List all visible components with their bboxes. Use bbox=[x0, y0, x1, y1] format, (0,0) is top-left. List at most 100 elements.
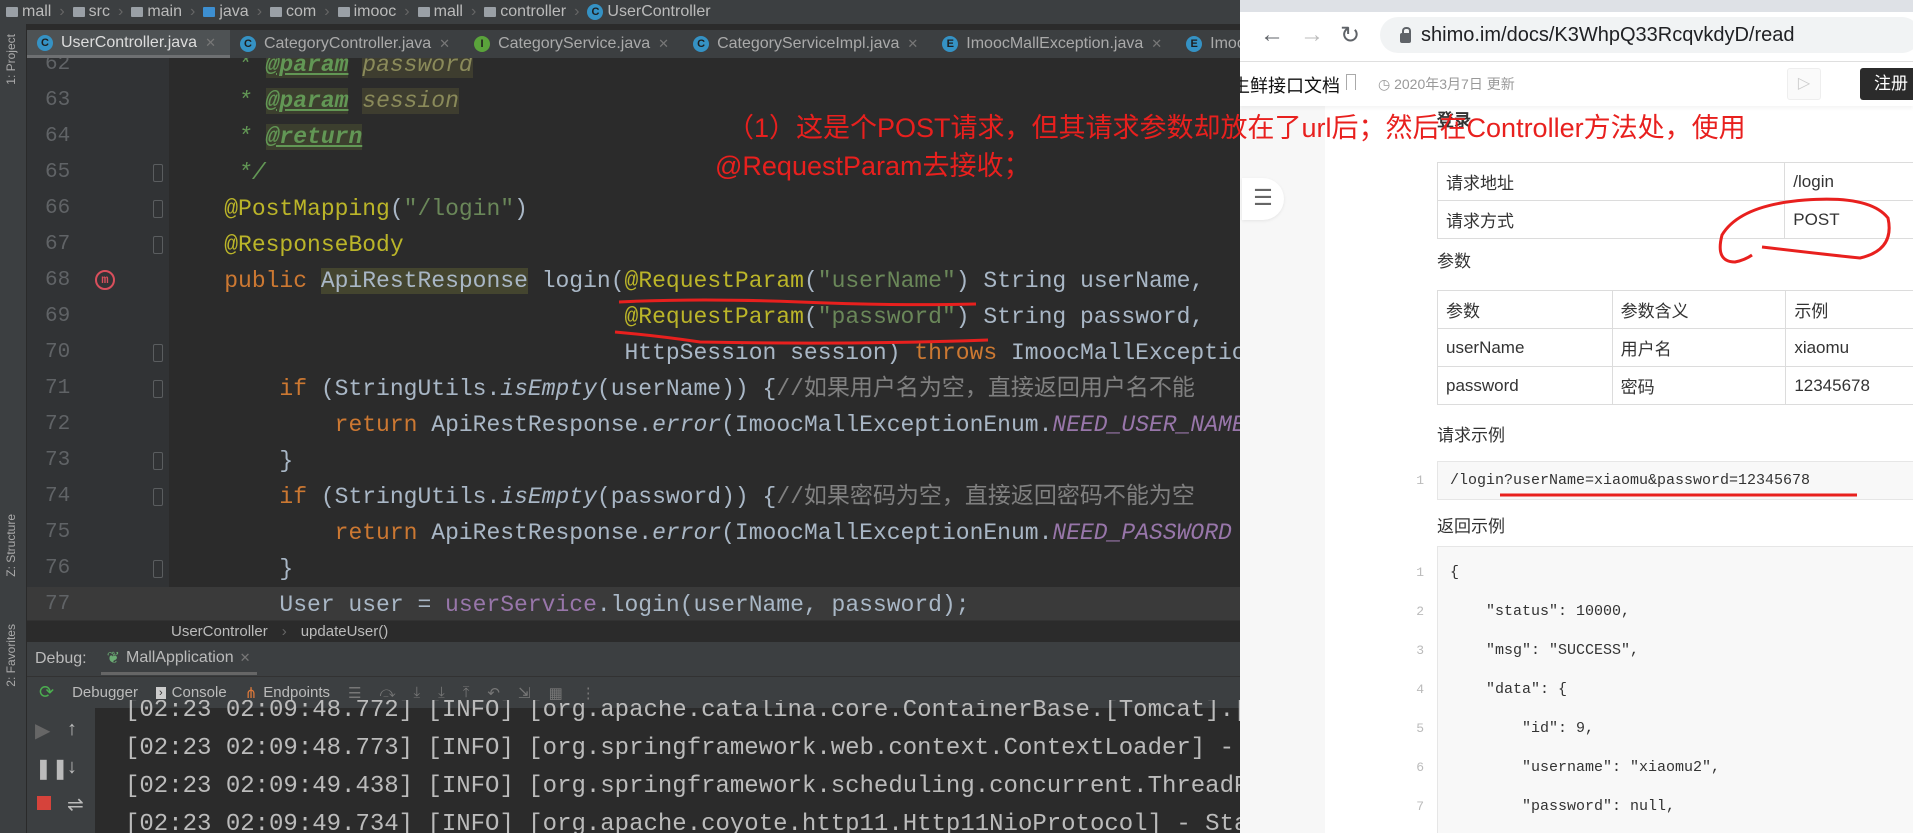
run-to-cursor-icon[interactable]: ⇲ bbox=[518, 684, 531, 702]
structure-tool-button[interactable]: Z: Structure bbox=[4, 514, 18, 577]
resume-icon[interactable]: ▶ bbox=[35, 718, 50, 743]
fold-marker-icon[interactable] bbox=[153, 236, 163, 254]
fold-marker-icon[interactable] bbox=[153, 488, 163, 506]
code-line[interactable]: 62 * @param password bbox=[27, 58, 1240, 83]
code-line[interactable]: 68 m public ApiRestResponse login(@Reques… bbox=[27, 263, 1240, 299]
line-number: 62 bbox=[45, 58, 71, 76]
tab-usercontroller-java[interactable]: C UserController.java ✕ bbox=[27, 30, 230, 58]
folder-icon bbox=[484, 7, 497, 17]
params-table: 参数 参数含义 示例 userName 用户名 xiaomu password 密码 12345… bbox=[1437, 290, 1913, 405]
table-row: 请求地址/login bbox=[1436, 162, 1913, 201]
updated-text: 2020年3月7日 更新 bbox=[1394, 76, 1515, 92]
code-text: } bbox=[169, 551, 293, 587]
lock-icon bbox=[1400, 27, 1411, 43]
pause-icon[interactable]: ❚❚ bbox=[35, 756, 69, 781]
code-token: */ bbox=[238, 160, 266, 186]
tab-categorycontroller-java[interactable]: C CategoryController.java ✕ bbox=[230, 30, 464, 58]
fold-marker-icon[interactable] bbox=[153, 452, 163, 470]
step-out-icon[interactable]: ⤒ bbox=[463, 684, 470, 701]
breadcrumb-item[interactable]: mall bbox=[6, 3, 51, 21]
tab-categoryserviceimpl-java[interactable]: C CategoryServiceImpl.java ✕ bbox=[683, 30, 932, 58]
breadcrumb-item[interactable]: mall bbox=[417, 3, 463, 21]
address-bar[interactable]: shimo.im/docs/K3WhpQ33RcqvkdyD/read bbox=[1380, 17, 1913, 53]
code-line[interactable]: 69 @RequestParam("password") String pass… bbox=[27, 299, 1240, 335]
fold-marker-icon[interactable] bbox=[153, 344, 163, 362]
scroll-up-icon[interactable]: ↑ bbox=[67, 718, 77, 741]
register-button[interactable]: 注册 bbox=[1860, 68, 1913, 100]
drop-frame-icon[interactable]: ↶ bbox=[487, 684, 500, 702]
breadcrumb-item[interactable]: main bbox=[131, 3, 182, 21]
rerun-icon[interactable]: ⟳ bbox=[39, 682, 54, 703]
code-token: session bbox=[362, 88, 459, 114]
code-line[interactable]: 77 User user = userService.login(userNam… bbox=[27, 587, 1240, 620]
tab-console[interactable]: › Console bbox=[155, 684, 227, 701]
breadcrumb-class[interactable]: UserController bbox=[171, 623, 268, 640]
step-into-icon[interactable]: ⤓ bbox=[414, 684, 421, 701]
reload-icon[interactable]: ↻ bbox=[1340, 21, 1360, 50]
breadcrumb-item[interactable]: controller bbox=[484, 3, 566, 21]
code-token: @param bbox=[265, 58, 349, 78]
console-output[interactable]: [02:23 02:09:48.772] [INFO] [org.apache.… bbox=[95, 700, 1240, 833]
breadcrumb-method[interactable]: updateUser() bbox=[301, 623, 389, 640]
breadcrumb-item[interactable]: imooc bbox=[337, 3, 396, 21]
favorites-tool-button[interactable]: 2: Favorites bbox=[4, 624, 18, 687]
tab-categoryservice-java[interactable]: I CategoryService.java ✕ bbox=[464, 30, 683, 58]
code-line[interactable]: 73 } bbox=[27, 443, 1240, 479]
tab-imooc[interactable]: E Imooc bbox=[1176, 30, 1240, 58]
breadcrumb-item[interactable]: C UserController bbox=[587, 3, 711, 21]
code-line[interactable]: 75 return ApiRestResponse.error(ImoocMal… bbox=[27, 515, 1240, 551]
code-line[interactable]: 67 @ResponseBody bbox=[27, 227, 1240, 263]
code-line[interactable]: 72 return ApiRestResponse.error(ImoocMal… bbox=[27, 407, 1240, 443]
tab-endpoints[interactable]: ⋔ Endpoints bbox=[245, 684, 330, 702]
doc-sidebar: ☰ bbox=[1240, 106, 1325, 833]
bookmark-icon[interactable] bbox=[1346, 74, 1356, 90]
close-icon[interactable]: ✕ bbox=[658, 36, 669, 52]
trace-icon[interactable]: ⋮ bbox=[581, 684, 596, 702]
close-icon[interactable]: ✕ bbox=[240, 650, 251, 666]
code-token: } bbox=[169, 556, 294, 582]
code-token: public bbox=[224, 268, 321, 294]
fold-marker-icon[interactable] bbox=[153, 200, 163, 218]
forward-icon[interactable]: → bbox=[1300, 21, 1324, 49]
breadcrumb-item[interactable]: com bbox=[270, 3, 316, 21]
tab-debugger[interactable]: Debugger bbox=[72, 684, 138, 701]
info-table: 请求地址/login 请求方式 POST bbox=[1436, 162, 1913, 239]
scroll-down-icon[interactable]: ↓ bbox=[67, 756, 77, 779]
soft-wrap-icon[interactable]: ⇌ bbox=[67, 792, 84, 817]
breadcrumb-item[interactable]: java bbox=[203, 3, 249, 21]
code-line: /login?userName=xiaomu&password=12345678 bbox=[1450, 472, 1811, 489]
step-over-icon[interactable]: ⤼ bbox=[379, 684, 395, 701]
line-number: 71 bbox=[45, 377, 71, 400]
fold-marker-icon[interactable] bbox=[153, 380, 163, 398]
code-line[interactable]: 70 HttpSession session) throws ImoocMall… bbox=[27, 335, 1240, 371]
class-icon: C bbox=[37, 34, 53, 51]
menu-icon[interactable]: ☰ bbox=[348, 684, 361, 702]
tab-imoocmallexception-java[interactable]: E ImoocMallException.java ✕ bbox=[932, 30, 1176, 58]
force-step-into-icon[interactable]: ⤓ bbox=[438, 684, 445, 701]
annotation-line-2: @RequestParam去接收； bbox=[715, 151, 1031, 181]
back-icon[interactable]: ← bbox=[1260, 21, 1284, 49]
console-side-toolbar: ▶ ↑ ❚❚ ↓ ⇌ bbox=[27, 708, 95, 833]
code-line[interactable]: 74 if (StringUtils.isEmpty(password)) {/… bbox=[27, 479, 1240, 515]
code-line[interactable]: 66 @PostMapping("/login") bbox=[27, 191, 1240, 227]
project-tool-button[interactable]: 1: Project bbox=[4, 34, 18, 85]
code-line[interactable]: 65 */ bbox=[27, 155, 1240, 191]
fold-marker-icon[interactable] bbox=[153, 560, 163, 578]
code-line[interactable]: 71 if (StringUtils.isEmpty(userName)) {/… bbox=[27, 371, 1240, 407]
evaluate-icon[interactable]: ▦ bbox=[549, 684, 563, 702]
breadcrumb-item[interactable]: src bbox=[72, 3, 110, 21]
close-icon[interactable]: ✕ bbox=[205, 35, 216, 51]
method-mapping-icon[interactable]: m bbox=[95, 270, 115, 290]
code-line[interactable]: 76 } bbox=[27, 551, 1240, 587]
close-icon[interactable]: ✕ bbox=[907, 36, 918, 52]
close-icon[interactable]: ✕ bbox=[439, 36, 450, 52]
stop-icon[interactable] bbox=[37, 796, 51, 810]
close-icon[interactable]: ✕ bbox=[1151, 36, 1162, 52]
menu-icon[interactable]: ☰ bbox=[1242, 178, 1284, 220]
code-token: ( bbox=[803, 268, 818, 294]
debug-session-tab[interactable]: ❦ MallApplication ✕ bbox=[100, 644, 257, 675]
play-icon[interactable]: ▷ bbox=[1787, 68, 1821, 100]
table-cell: 12345678 bbox=[1785, 366, 1913, 405]
fold-marker-icon[interactable] bbox=[153, 164, 163, 182]
